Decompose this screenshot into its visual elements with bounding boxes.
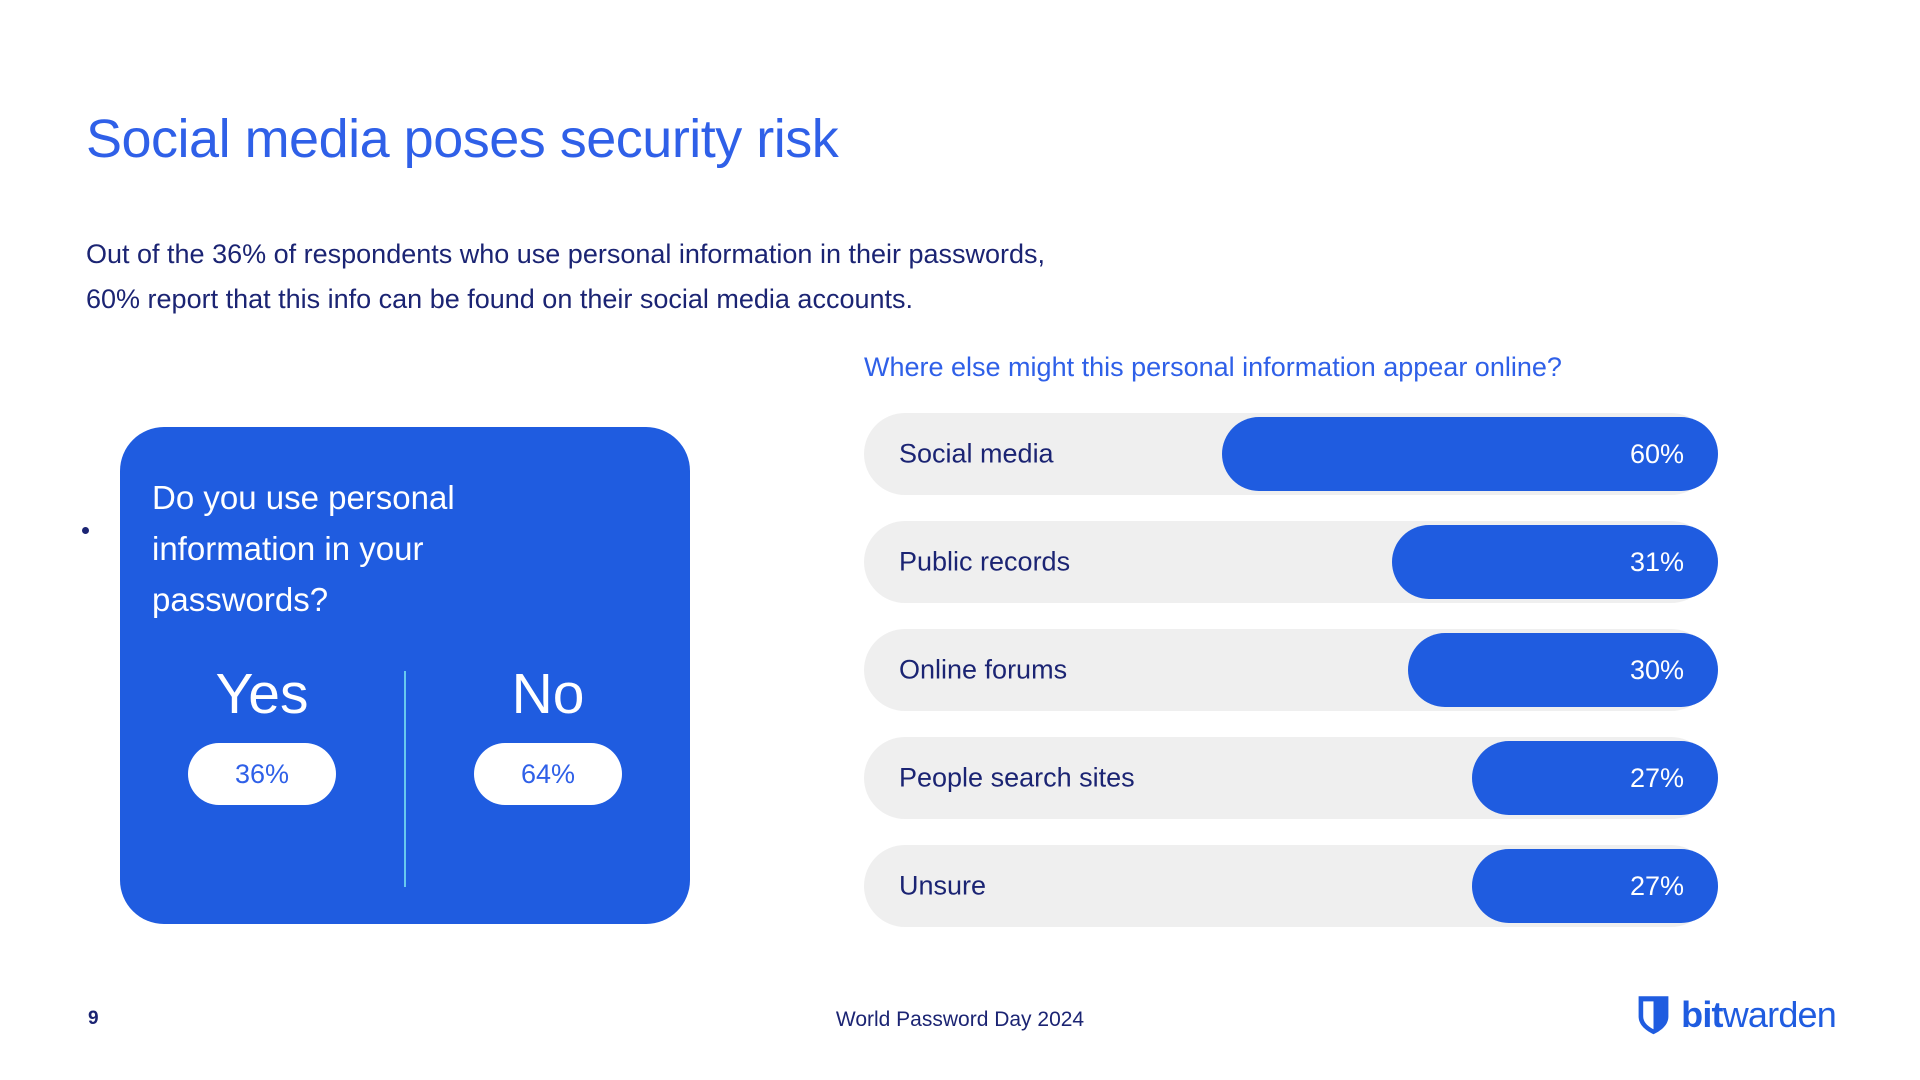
table-row: People search sites 27% [864, 737, 1718, 819]
answer-no-label: No [511, 662, 585, 726]
bar-label: Unsure [899, 870, 987, 901]
answers-group: Yes 36% No 64% [120, 659, 690, 889]
answer-yes-value: 36% [188, 743, 336, 805]
answer-no: No 64% [406, 659, 690, 889]
bar-fill: 27% [1472, 849, 1718, 923]
bullet-dot [82, 527, 89, 534]
bar-label: Public records [899, 546, 1071, 577]
bitwarden-logo: bitwarden [1637, 994, 1837, 1035]
subtitle-line-1: Out of the 36% of respondents who use pe… [86, 239, 1046, 269]
bar-value: 27% [1629, 762, 1684, 793]
logo-text-bit: bit [1681, 994, 1723, 1035]
table-row: Unsure 27% [864, 845, 1718, 927]
shield-icon [1637, 995, 1670, 1035]
bar-label: Social media [899, 438, 1054, 469]
bar-value: 31% [1629, 546, 1684, 577]
logo-text-warden: warden [1722, 994, 1837, 1035]
footer-event-label: World Password Day 2024 [835, 1008, 1085, 1031]
chart-title: Where else might this personal informati… [864, 352, 1562, 382]
bar-fill: 60% [1222, 417, 1718, 491]
page-title: Social media poses security risk [86, 109, 839, 169]
bar-chart: Social media 60% Public records 31% Onli… [864, 413, 1718, 927]
answer-yes: Yes 36% [120, 659, 404, 889]
bar-value: 60% [1629, 438, 1684, 469]
table-row: Public records 31% [864, 521, 1718, 603]
subtitle-line-2: 60% report that this info can be found o… [86, 284, 913, 314]
bar-fill: 27% [1472, 741, 1718, 815]
bar-value: 30% [1629, 654, 1684, 685]
table-row: Social media 60% [864, 413, 1718, 495]
bar-fill: 30% [1408, 633, 1718, 707]
answer-no-value: 64% [474, 743, 622, 805]
bar-label: Online forums [899, 654, 1068, 685]
question-text: Do you use personal information in your … [152, 479, 455, 618]
table-row: Online forums 30% [864, 629, 1718, 711]
answer-yes-label: Yes [215, 662, 309, 726]
subtitle: Out of the 36% of respondents who use pe… [86, 232, 1045, 322]
slide-root: Social media poses security risk Out of … [0, 0, 1920, 1080]
bitwarden-wordmark: bitwarden [1681, 994, 1837, 1035]
bar-label: People search sites [899, 762, 1135, 793]
question-card: Do you use personal information in your … [120, 427, 690, 924]
bar-fill: 31% [1392, 525, 1718, 599]
bar-value: 27% [1629, 870, 1684, 901]
